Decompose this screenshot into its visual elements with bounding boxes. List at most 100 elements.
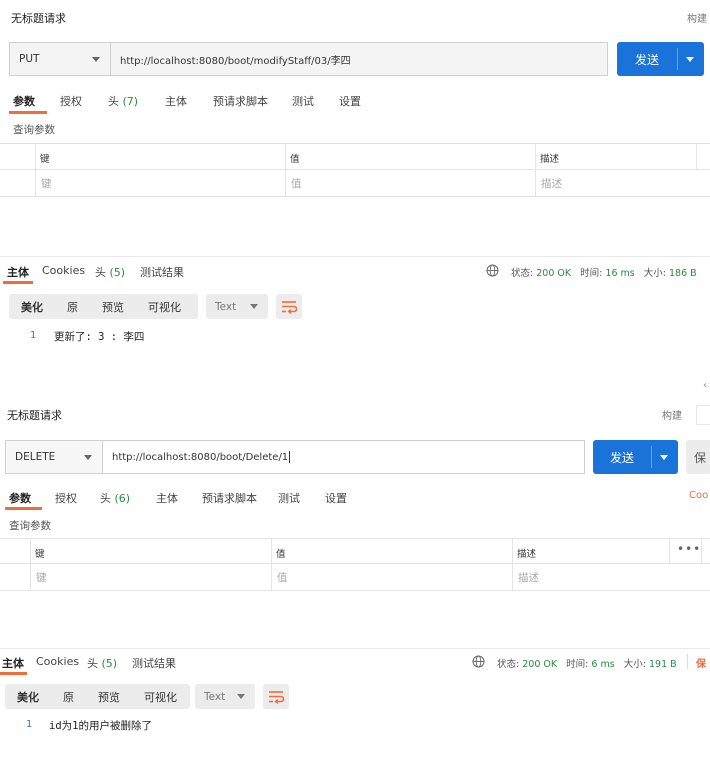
chevron-down-icon[interactable] xyxy=(660,455,668,460)
view-pretty[interactable]: 美化 xyxy=(9,299,55,315)
url-text: http://localhost:8080/boot/Delete/1 xyxy=(112,451,289,463)
status-divider xyxy=(687,654,688,669)
value-input[interactable]: 值 xyxy=(277,570,288,585)
response-tab-body[interactable]: 主体 xyxy=(7,264,29,280)
wrap-lines-button[interactable] xyxy=(263,684,289,709)
size-value[interactable]: 191 B xyxy=(649,659,677,670)
key-input[interactable]: 键 xyxy=(36,570,47,585)
response-body-text: id为1的用户被删除了 xyxy=(49,720,152,732)
tab-auth[interactable]: 授权 xyxy=(60,93,82,109)
table-column-divider xyxy=(271,538,272,590)
status-value[interactable]: 200 OK xyxy=(536,268,571,279)
response-headers-count: (5) xyxy=(109,266,126,279)
view-pretty[interactable]: 美化 xyxy=(5,689,51,705)
format-value: Text xyxy=(204,690,226,703)
save-button[interactable]: 保 xyxy=(686,440,710,474)
key-input[interactable]: 键 xyxy=(41,176,52,191)
tab-headers-count: (7) xyxy=(122,95,139,108)
save-response-link[interactable]: 保 xyxy=(696,655,706,670)
request-title[interactable]: 无标题请求 xyxy=(7,407,62,423)
tab-settings[interactable]: 设置 xyxy=(339,93,361,109)
response-tab-headers[interactable]: 头 (5) xyxy=(95,264,125,280)
tab-prerequest[interactable]: 预请求脚本 xyxy=(202,490,257,506)
response-headers-label: 头 xyxy=(87,657,98,670)
time-label: 时间: xyxy=(566,659,589,670)
size-value[interactable]: 186 B xyxy=(669,268,697,279)
column-header-key: 键 xyxy=(40,154,50,165)
column-header-value: 值 xyxy=(276,549,286,560)
response-tab-cookies[interactable]: Cookies xyxy=(42,264,85,277)
globe-icon[interactable] xyxy=(472,655,485,668)
tab-headers[interactable]: 头 (7) xyxy=(108,93,138,109)
view-preview[interactable]: 预览 xyxy=(86,689,132,705)
size-label: 大小: xyxy=(643,268,666,279)
cookies-link[interactable]: Coo xyxy=(689,490,708,501)
send-button[interactable]: 发送 xyxy=(593,440,678,474)
method-select[interactable]: PUT xyxy=(9,42,111,76)
query-params-label: 查询参数 xyxy=(9,520,51,532)
view-raw[interactable]: 原 xyxy=(55,299,90,315)
build-link[interactable]: 构建 xyxy=(662,407,682,422)
tab-body[interactable]: 主体 xyxy=(165,93,187,109)
response-tab-cookies[interactable]: Cookies xyxy=(36,655,79,668)
response-tab-body[interactable]: 主体 xyxy=(2,655,24,671)
request-title[interactable]: 无标题请求 xyxy=(11,10,66,26)
tab-settings[interactable]: 设置 xyxy=(325,490,347,506)
table-border-top xyxy=(0,538,710,539)
method-select[interactable]: DELETE xyxy=(5,440,103,474)
tab-headers-count: (6) xyxy=(114,492,131,505)
table-column-divider xyxy=(30,538,31,590)
send-button[interactable]: 发送 xyxy=(617,42,704,76)
view-mode-group: 美化 原 预览 可视化 xyxy=(5,684,190,709)
chevron-down-icon[interactable] xyxy=(686,57,694,62)
active-tab-indicator xyxy=(3,281,33,284)
table-column-divider xyxy=(696,143,697,169)
tab-auth[interactable]: 授权 xyxy=(55,490,77,506)
tab-params[interactable]: 参数 xyxy=(13,93,35,109)
globe-icon[interactable] xyxy=(486,264,499,277)
tab-tests[interactable]: 测试 xyxy=(278,490,300,506)
view-mode-group: 美化 原 预览 可视化 xyxy=(9,294,198,319)
response-status-bar: 状态: 200 OK 时间: 16 ms 大小: 186 B xyxy=(511,265,697,279)
response-tab-test-results[interactable]: 测试结果 xyxy=(132,655,176,671)
table-border-bottom xyxy=(0,590,710,591)
url-input[interactable]: http://localhost:8080/boot/Delete/1 xyxy=(102,440,585,474)
tab-params[interactable]: 参数 xyxy=(9,490,31,506)
value-input[interactable]: 值 xyxy=(291,176,302,191)
build-link[interactable]: 构建 xyxy=(687,10,707,25)
tab-headers[interactable]: 头 (6) xyxy=(100,490,130,506)
column-header-description: 描述 xyxy=(517,549,537,560)
tab-prerequest[interactable]: 预请求脚本 xyxy=(213,93,268,109)
time-value[interactable]: 6 ms xyxy=(591,659,614,670)
description-input[interactable]: 描述 xyxy=(518,570,539,585)
format-select[interactable]: Text xyxy=(195,684,255,709)
tab-body[interactable]: 主体 xyxy=(156,490,178,506)
active-tab-indicator xyxy=(5,507,42,510)
edge-cutoff-button[interactable] xyxy=(696,405,710,425)
column-header-value: 值 xyxy=(290,154,300,165)
url-input[interactable]: http://localhost:8080/boot/modifyStaff/0… xyxy=(110,42,608,76)
more-options-icon[interactable]: ••• xyxy=(677,542,701,556)
description-input[interactable]: 描述 xyxy=(541,176,562,191)
view-raw[interactable]: 原 xyxy=(51,689,86,705)
response-tab-test-results[interactable]: 测试结果 xyxy=(140,264,184,280)
edge-cutoff-icon: ‹ xyxy=(703,380,707,391)
wrap-lines-button[interactable] xyxy=(276,294,302,319)
column-header-key: 键 xyxy=(35,549,45,560)
response-body-text: 更新了: 3 : 李四 xyxy=(54,331,145,343)
status-value[interactable]: 200 OK xyxy=(522,659,557,670)
response-divider xyxy=(0,256,710,257)
format-select[interactable]: Text xyxy=(206,294,268,319)
line-number: 1 xyxy=(26,719,33,730)
tab-tests[interactable]: 测试 xyxy=(292,93,314,109)
chevron-down-icon xyxy=(84,455,92,460)
time-label: 时间: xyxy=(580,268,603,279)
view-visualize[interactable]: 可视化 xyxy=(136,299,193,315)
time-value[interactable]: 16 ms xyxy=(605,268,634,279)
view-visualize[interactable]: 可视化 xyxy=(132,689,189,705)
response-tab-headers[interactable]: 头 (5) xyxy=(87,655,117,671)
table-column-divider xyxy=(535,143,536,196)
view-preview[interactable]: 预览 xyxy=(90,299,136,315)
status-label: 状态: xyxy=(497,659,520,670)
chevron-down-icon xyxy=(237,694,245,699)
